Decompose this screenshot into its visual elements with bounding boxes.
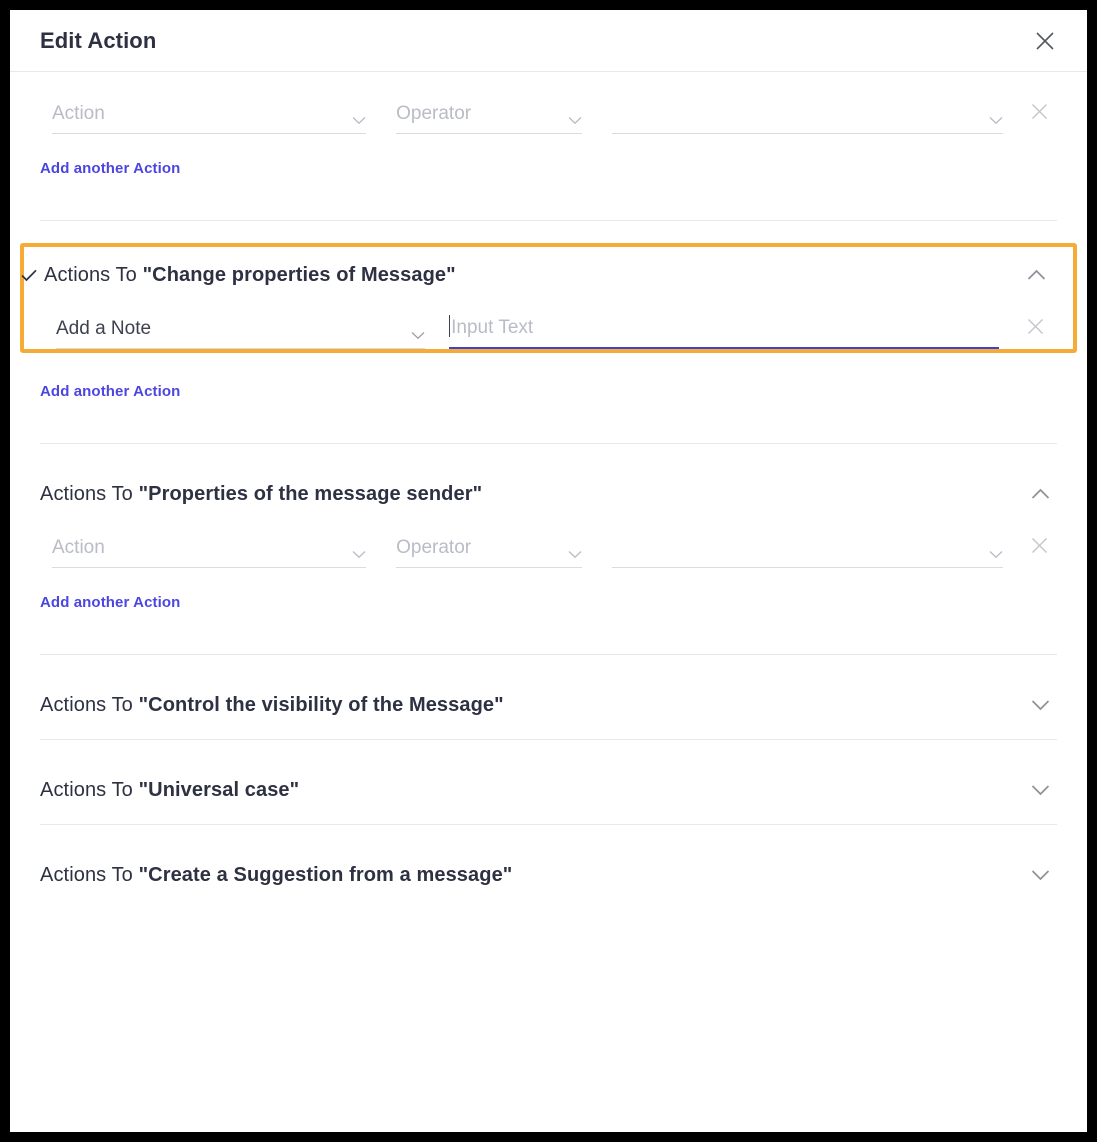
section-title-prefix: Actions To [40, 863, 133, 886]
section-divider [40, 220, 1057, 221]
close-icon [1034, 30, 1056, 52]
chevron-down-icon [352, 116, 366, 125]
section-title-prefix: Actions To [44, 263, 137, 286]
remove-action-button[interactable] [1017, 309, 1053, 349]
value-select[interactable] [611, 94, 1003, 134]
action-select-value: Action [52, 537, 105, 558]
check-icon [20, 269, 38, 282]
panel-header: Edit Action [10, 10, 1087, 72]
input-text-placeholder: Input Text [451, 317, 534, 338]
section-title-quoted: "Universal case" [138, 778, 300, 801]
section-title-quoted: "Change properties of Message" [142, 263, 456, 286]
action-select[interactable]: Action [52, 94, 367, 134]
section-title: Actions To "Properties of the message se… [40, 483, 1025, 506]
page-title: Edit Action [40, 27, 157, 53]
chevron-up-icon[interactable] [1025, 479, 1055, 509]
chevron-down-icon [568, 550, 582, 559]
action-select-value: Action [52, 103, 105, 124]
close-icon [1030, 536, 1049, 560]
chevron-down-icon[interactable] [1025, 775, 1055, 805]
section-title-quoted: "Create a Suggestion from a message" [138, 863, 513, 886]
action-row: Action Operator [40, 522, 1057, 568]
section-universal-case: Actions To "Universal case" [40, 762, 1057, 825]
chevron-down-icon [989, 550, 1003, 559]
section-title: Actions To "Change properties of Message… [44, 264, 1021, 287]
note-action-select[interactable]: Add a Note [56, 309, 426, 349]
value-select[interactable] [611, 528, 1003, 568]
section-title-prefix: Actions To [40, 482, 133, 505]
section-title-prefix: Actions To [40, 778, 133, 801]
add-another-action-link[interactable]: Add another Action [40, 160, 180, 177]
chevron-down-icon [411, 331, 425, 340]
section-title-prefix: Actions To [40, 693, 133, 716]
add-another-action-link[interactable]: Add another Action [40, 594, 180, 611]
input-text-value: Input Text [449, 315, 533, 339]
action-row: Add a Note Input Text [44, 303, 1053, 349]
operator-select-value: Operator [396, 103, 472, 124]
chevron-down-icon[interactable] [1025, 690, 1055, 720]
remove-action-button[interactable] [1021, 528, 1057, 568]
action-rows: Action Operator Add another Action [40, 72, 1057, 178]
remove-action-button[interactable] [1021, 94, 1057, 134]
note-action-value: Add a Note [56, 318, 152, 339]
section-top-action-group: Action Operator Add another Action [40, 72, 1057, 221]
text-caret [449, 315, 451, 337]
section-title: Actions To "Create a Suggestion from a m… [40, 864, 1025, 887]
section-title-quoted: "Control the visibility of the Message" [138, 693, 504, 716]
chevron-down-icon [352, 550, 366, 559]
add-another-action-link[interactable]: Add another Action [40, 383, 180, 400]
close-icon [1030, 102, 1049, 126]
edit-action-panel: Edit Action Action Operator Add another … [10, 10, 1087, 1132]
section-title: Actions To "Control the visibility of th… [40, 694, 1025, 717]
operator-select[interactable]: Operator [396, 528, 582, 568]
section-header-universal-case[interactable]: Actions To "Universal case" [40, 762, 1057, 818]
chevron-down-icon [568, 116, 582, 125]
section-header-change-properties-of-message[interactable]: Actions To "Change properties of Message… [21, 247, 1053, 303]
section-control-the-visibility-of-the-message: Actions To "Control the visibility of th… [40, 677, 1057, 740]
section-title-quoted: "Properties of the message sender" [138, 482, 483, 505]
section-divider [40, 739, 1057, 740]
section-change-properties-footer: Add another Action [40, 357, 1057, 444]
app-screen: Edit Action Action Operator Add another … [0, 0, 1097, 1142]
chevron-down-icon[interactable] [1025, 860, 1055, 890]
chevron-down-icon [989, 116, 1003, 125]
section-properties-of-the-message-sender: Actions To "Properties of the message se… [40, 466, 1057, 655]
input-text-field[interactable]: Input Text [449, 309, 999, 349]
section-change-properties-of-message: Actions To "Change properties of Message… [20, 243, 1077, 353]
operator-select-value: Operator [396, 537, 472, 558]
section-header-properties-of-the-message-sender[interactable]: Actions To "Properties of the message se… [40, 466, 1057, 522]
section-create-a-suggestion-from-a-message: Actions To "Create a Suggestion from a m… [40, 847, 1057, 903]
chevron-up-icon[interactable] [1021, 260, 1051, 290]
section-header-control-the-visibility-of-the-message[interactable]: Actions To "Control the visibility of th… [40, 677, 1057, 733]
section-title: Actions To "Universal case" [40, 779, 1025, 802]
section-divider [40, 654, 1057, 655]
section-divider [40, 824, 1057, 825]
action-row: Action Operator [40, 88, 1057, 134]
operator-select[interactable]: Operator [396, 94, 582, 134]
section-header-create-a-suggestion-from-a-message[interactable]: Actions To "Create a Suggestion from a m… [40, 847, 1057, 903]
close-icon [1026, 317, 1045, 341]
panel-body: Action Operator Add another Action Actio… [10, 72, 1087, 903]
close-button[interactable] [1029, 25, 1061, 57]
action-select[interactable]: Action [52, 528, 367, 568]
